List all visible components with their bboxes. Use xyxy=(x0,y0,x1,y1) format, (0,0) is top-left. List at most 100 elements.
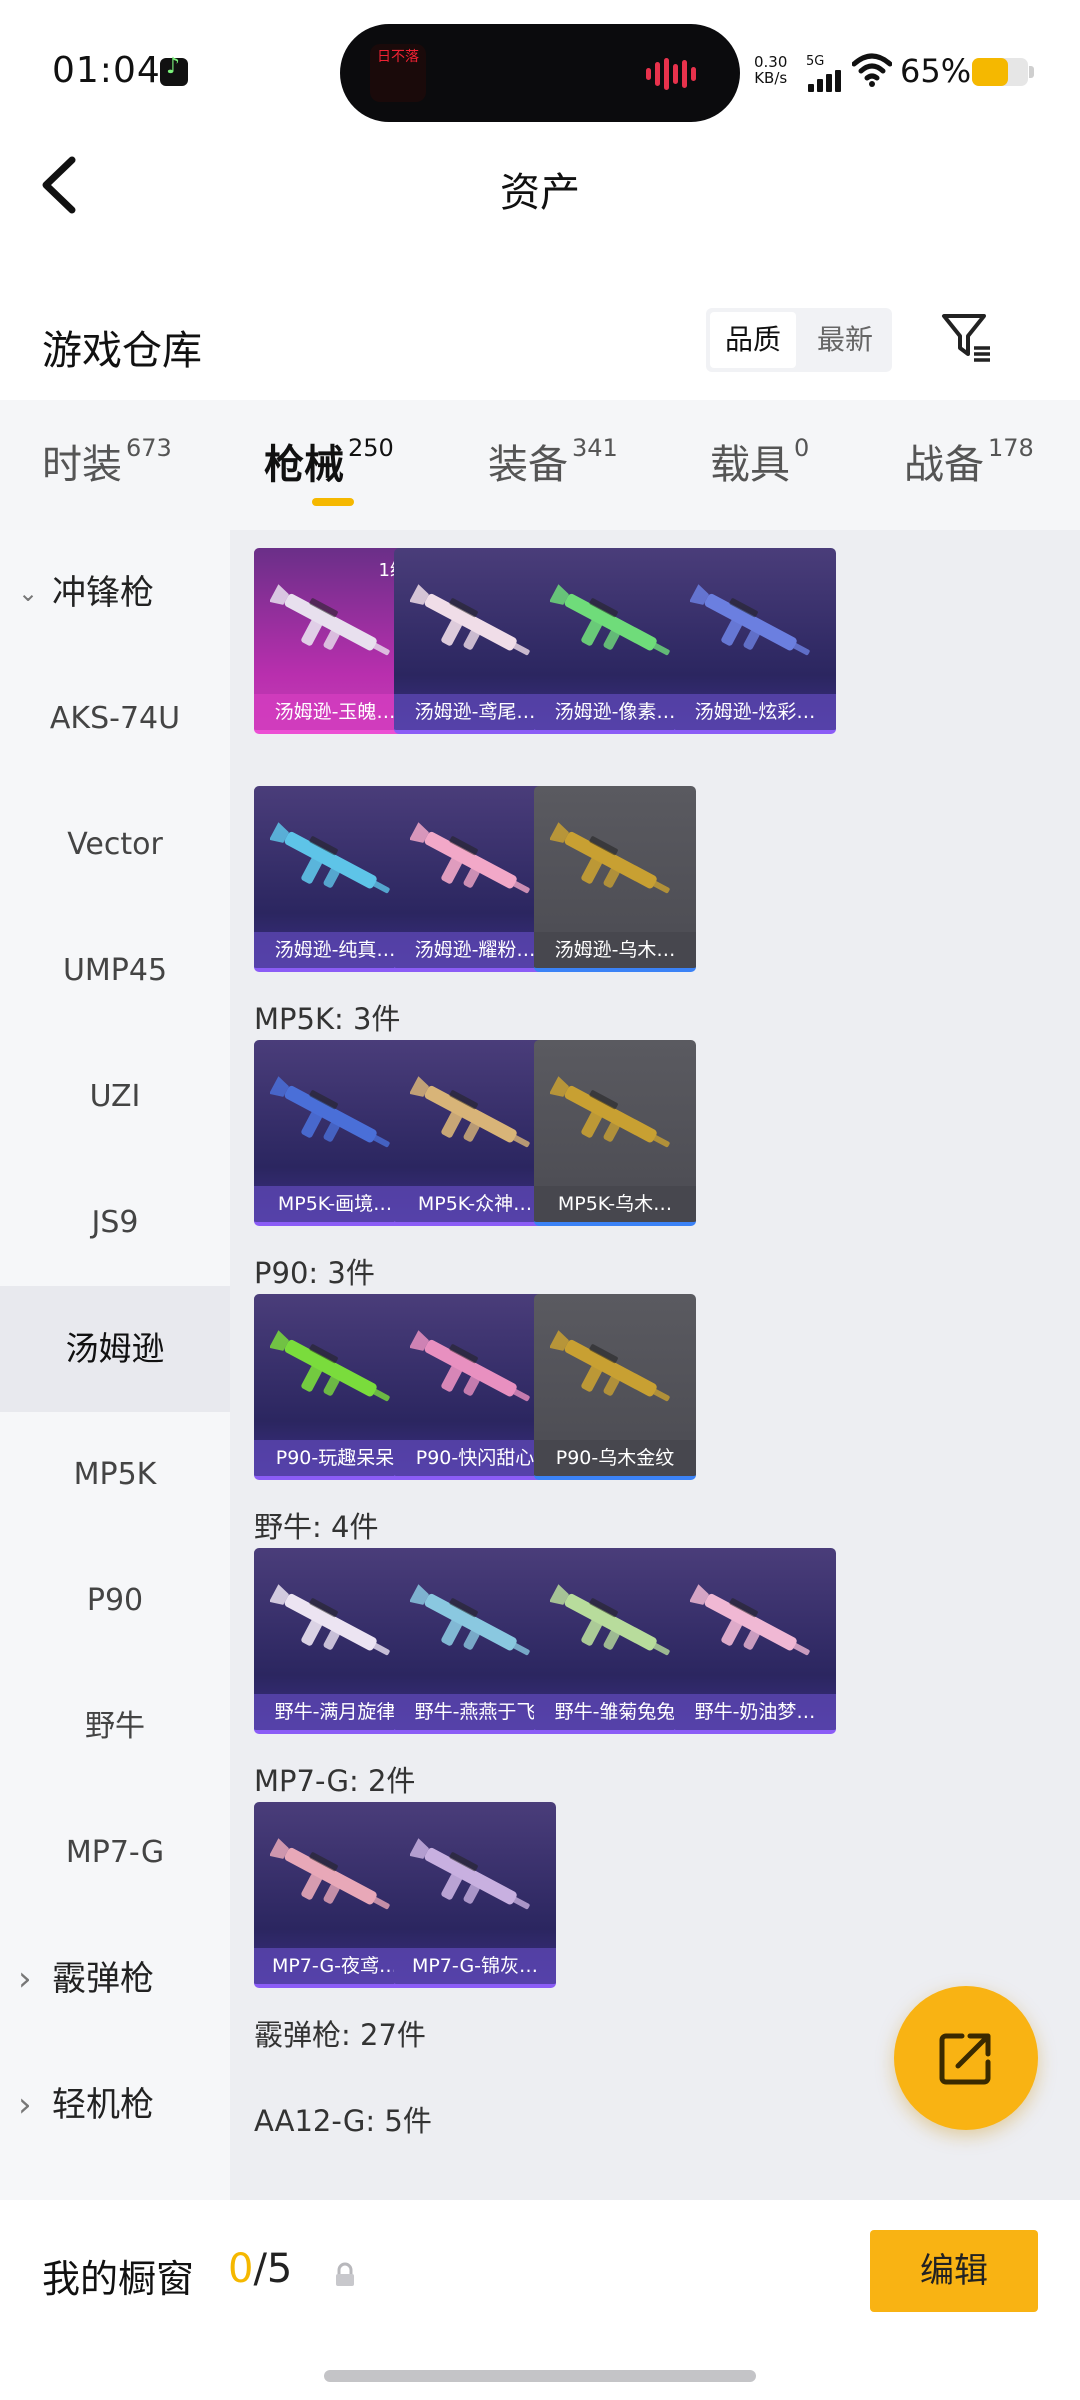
network-speed-unit: KB/s xyxy=(754,69,788,87)
weapon-thumbnail-icon xyxy=(410,584,530,656)
sidebar-item-label: UMP45 xyxy=(62,953,168,988)
lock-icon xyxy=(336,2262,354,2286)
sidebar-item[interactable]: Vector xyxy=(0,782,230,908)
weapon-group-header: 野牛: 4件 xyxy=(254,1510,379,1544)
sidebar-item[interactable]: JS9 xyxy=(0,1160,230,1286)
weapon-skin-card[interactable]: 汤姆逊-耀粉… xyxy=(394,786,556,972)
weapon-thumbnail-icon xyxy=(270,1076,390,1148)
weapon-skin-card[interactable]: 野牛-满月旋律 xyxy=(254,1548,416,1734)
weapon-skin-card[interactable]: P90-乌木金纹 xyxy=(534,1294,696,1480)
sidebar-item-label: 轻机枪 xyxy=(52,2085,154,2125)
sort-by-newest[interactable]: 最新 xyxy=(802,312,888,368)
weapon-skin-card[interactable]: MP7-G-夜鸢… xyxy=(254,1802,416,1988)
weapon-skin-card[interactable]: 汤姆逊-像素… xyxy=(534,548,696,734)
sidebar-item-label: JS9 xyxy=(91,1205,139,1240)
tab-label: 时装 xyxy=(42,442,122,488)
weapon-skin-card[interactable]: P90-快闪甜心 xyxy=(394,1294,556,1480)
weapon-group-header: P90: 3件 xyxy=(254,1256,375,1290)
warehouse-section-header: 游戏仓库 品质 最新 xyxy=(0,300,1080,400)
showcase-count: 0/5 xyxy=(228,2246,292,2292)
sidebar-item[interactable]: MP5K xyxy=(0,1412,230,1538)
item-name: 汤姆逊-乌木… xyxy=(534,932,696,968)
tab-count: 341 xyxy=(572,434,618,462)
network-speed: 0.30 KB/s xyxy=(754,54,787,86)
sort-toggle: 品质 最新 xyxy=(706,308,892,372)
weapon-thumbnail-icon xyxy=(690,584,810,656)
sidebar-item-label: Vector xyxy=(67,827,163,862)
item-name: P90-乌木金纹 xyxy=(534,1440,696,1476)
tab-label: 枪械 xyxy=(264,442,344,488)
item-name: MP7-G-夜鸢… xyxy=(254,1948,416,1984)
weapon-skin-card[interactable]: 1级汤姆逊-玉魄… xyxy=(254,548,416,734)
weapon-skin-card[interactable]: 汤姆逊-纯真… xyxy=(254,786,416,972)
weapon-skin-card[interactable]: MP5K-乌木… xyxy=(534,1040,696,1226)
page-title: 资产 xyxy=(500,170,580,216)
item-name: 野牛-雏菊兔兔 xyxy=(534,1694,696,1730)
chevron-down-icon: ⌄ xyxy=(18,579,39,607)
tab-firearms[interactable]: 枪械 250 xyxy=(264,432,394,490)
home-indicator[interactable] xyxy=(324,2370,756,2382)
weapon-skin-card[interactable]: 野牛-燕燕于飞 xyxy=(394,1548,556,1734)
weapon-group-header: AA12-G: 5件 xyxy=(254,2104,432,2138)
share-external-icon xyxy=(939,2033,991,2085)
sidebar-item[interactable]: AKS-74U xyxy=(0,656,230,782)
network-type: 5G xyxy=(806,54,825,69)
weapon-skin-card[interactable]: 汤姆逊-鸢尾… xyxy=(394,548,556,734)
sidebar-item[interactable]: UZI xyxy=(0,1034,230,1160)
weapon-thumbnail-icon xyxy=(410,1076,530,1148)
item-name: 汤姆逊-像素… xyxy=(534,694,696,730)
item-name: 汤姆逊-纯真… xyxy=(254,932,416,968)
sidebar-item-label: P90 xyxy=(86,1583,144,1618)
battery-fill xyxy=(972,58,1009,86)
weapon-group-header: 霰弹枪: 27件 xyxy=(254,2018,426,2052)
weapon-skin-card[interactable]: 野牛-奶油梦… xyxy=(674,1548,836,1734)
battery-percentage: 65% xyxy=(900,52,972,90)
weapon-thumbnail-icon xyxy=(270,1584,390,1656)
chevron-right-icon: › xyxy=(18,1959,32,1999)
chevron-right-icon: › xyxy=(18,2085,32,2125)
weapon-skin-card[interactable]: P90-玩趣呆呆 xyxy=(254,1294,416,1480)
weapon-skin-grid[interactable]: 1级汤姆逊-玉魄…汤姆逊-鸢尾…汤姆逊-像素…汤姆逊-炫彩…汤姆逊-纯真…汤姆逊… xyxy=(230,530,1080,2200)
weapon-thumbnail-icon xyxy=(410,1584,530,1656)
sidebar-group[interactable]: ⌄ 冲锋枪 xyxy=(0,530,230,656)
active-tab-indicator xyxy=(312,498,354,506)
edit-button[interactable]: 编辑 xyxy=(870,2230,1038,2312)
weapon-thumbnail-icon xyxy=(550,822,670,894)
weapon-thumbnail-icon xyxy=(410,1330,530,1402)
weapon-type-sidebar[interactable]: ⌄ 冲锋枪 AKS-74U Vector UMP45 UZI JS9 汤姆逊 MP5K P90 野牛… xyxy=(0,530,230,2200)
sidebar-item[interactable]: UMP45 xyxy=(0,908,230,1034)
sidebar-item-label: 冲锋枪 xyxy=(52,573,154,613)
weapon-skin-card[interactable]: MP7-G-锦灰… xyxy=(394,1802,556,1988)
tab-fashion[interactable]: 时装 673 xyxy=(42,432,172,490)
weapon-skin-card[interactable]: 野牛-雏菊兔兔 xyxy=(534,1548,696,1734)
warehouse-title: 游戏仓库 xyxy=(42,328,202,374)
sidebar-group[interactable]: › 轻机枪 xyxy=(0,2042,230,2168)
sort-by-quality[interactable]: 品质 xyxy=(710,312,796,368)
tab-vehicles[interactable]: 载具 0 xyxy=(710,432,809,490)
inventory-content[interactable]: ⌄ 冲锋枪 AKS-74U Vector UMP45 UZI JS9 汤姆逊 MP5K P90 野牛… xyxy=(0,530,1080,2200)
filter-list-icon[interactable] xyxy=(940,310,996,366)
sidebar-item[interactable]: 汤姆逊 xyxy=(0,1286,230,1412)
sidebar-item-label: 汤姆逊 xyxy=(65,1329,165,1368)
weapon-skin-card[interactable]: MP5K-众神… xyxy=(394,1040,556,1226)
item-name: 汤姆逊-耀粉… xyxy=(394,932,556,968)
weapon-skin-card[interactable]: MP5K-画境… xyxy=(254,1040,416,1226)
sidebar-item[interactable]: 野牛 xyxy=(0,1664,230,1790)
audio-waveform-icon xyxy=(646,58,706,90)
tab-equipment[interactable]: 装备 341 xyxy=(488,432,618,490)
item-name: 野牛-燕燕于飞 xyxy=(394,1694,556,1730)
weapon-thumbnail-icon xyxy=(550,1584,670,1656)
status-time: 01:04 xyxy=(52,50,161,91)
dynamic-island[interactable]: 日不落 xyxy=(340,24,740,122)
weapon-skin-card[interactable]: 汤姆逊-乌木… xyxy=(534,786,696,972)
status-bar: 01:04 日不落 0.30 KB/s 5G 65% xyxy=(0,0,1080,140)
sidebar-item-label: MP5K xyxy=(73,1457,157,1492)
showcase-total: /5 xyxy=(253,2246,293,2292)
tab-supplies[interactable]: 战备 178 xyxy=(904,432,1034,490)
sidebar-item[interactable]: MP7-G xyxy=(0,1790,230,1916)
weapon-thumbnail-icon xyxy=(550,1330,670,1402)
sidebar-group[interactable]: › 霰弹枪 xyxy=(0,1916,230,2042)
share-button[interactable] xyxy=(894,1986,1038,2130)
sidebar-item[interactable]: P90 xyxy=(0,1538,230,1664)
weapon-skin-card[interactable]: 汤姆逊-炫彩… xyxy=(674,548,836,734)
